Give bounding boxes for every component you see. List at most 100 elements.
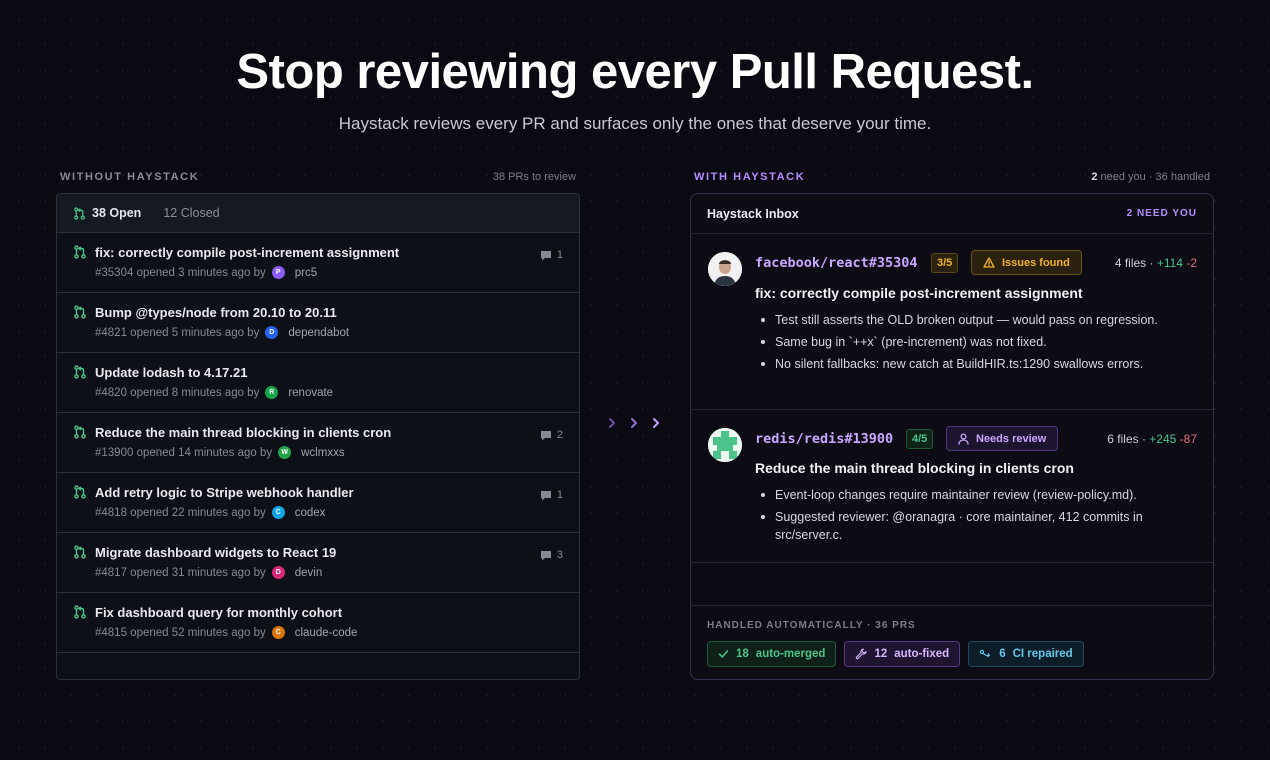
person-icon bbox=[958, 432, 969, 445]
comment-count: 2 bbox=[540, 429, 563, 441]
pr-meta: #4815 opened 52 minutes ago by C claude-… bbox=[95, 626, 563, 639]
card-title[interactable]: fix: correctly compile post-increment as… bbox=[755, 285, 1083, 301]
pr-list-header: 38 Open 12 Closed bbox=[57, 194, 579, 233]
author-avatar: P bbox=[271, 266, 285, 279]
author-avatar: W bbox=[278, 446, 292, 459]
status-label: Needs review bbox=[976, 432, 1047, 445]
pr-meta-text: #13900 opened 14 minutes ago by bbox=[95, 446, 273, 459]
auto-fixed-chip[interactable]: 12 auto-fixed bbox=[844, 641, 961, 667]
without-label: WITHOUT HAYSTACK bbox=[60, 171, 200, 183]
diff-stats: 6 files · +245 -87 bbox=[1107, 432, 1197, 446]
pr-author[interactable]: claude-code bbox=[295, 627, 358, 639]
ci-repaired-chip[interactable]: 6 CI repaired bbox=[968, 641, 1084, 667]
pr-meta-text: #4815 opened 52 minutes ago by bbox=[95, 626, 266, 639]
chip-count: 18 bbox=[736, 648, 749, 660]
finding-item: Event-loop changes require maintainer re… bbox=[755, 486, 1197, 504]
auto-merged-chip[interactable]: 18 auto-merged bbox=[707, 641, 837, 667]
pr-list-item[interactable]: Bump @types/node from 20.10 to 20.11 #48… bbox=[57, 293, 579, 353]
haystack-inbox-panel: Haystack Inbox 2 NEED YOU facebook/react… bbox=[690, 193, 1214, 680]
pr-meta-text: #4817 opened 31 minutes ago by bbox=[95, 566, 266, 579]
comment-count: 1 bbox=[540, 489, 563, 501]
author-avatar: C bbox=[271, 506, 285, 519]
files-count: 6 files · bbox=[1107, 432, 1150, 446]
pull-request-icon bbox=[74, 605, 86, 619]
finding-item: Same bug in `++x` (pre-increment) was no… bbox=[755, 333, 1197, 351]
review-findings: Test still asserts the OLD broken output… bbox=[755, 311, 1197, 377]
pr-author[interactable]: wclmxxs bbox=[301, 447, 344, 459]
author-avatar: D bbox=[271, 566, 285, 579]
pull-request-icon bbox=[74, 365, 86, 379]
pr-meta: #4817 opened 31 minutes ago by D devin bbox=[95, 566, 563, 579]
pr-list-item[interactable]: Add retry logic to Stripe webhook handle… bbox=[57, 473, 579, 533]
pull-request-icon bbox=[74, 206, 85, 220]
with-meta-text: need you · 36 handled bbox=[1097, 171, 1211, 183]
status-label: Issues found bbox=[1002, 256, 1070, 269]
avatar bbox=[708, 428, 742, 462]
chip-label: auto-fixed bbox=[894, 648, 950, 660]
pr-title[interactable]: Migrate dashboard widgets to React 19 bbox=[95, 545, 563, 560]
comment-icon bbox=[540, 250, 551, 260]
pr-title[interactable]: Add retry logic to Stripe webhook handle… bbox=[95, 485, 563, 500]
pr-meta: #4820 opened 8 minutes ago by R renovate bbox=[95, 386, 563, 399]
comment-count: 3 bbox=[540, 549, 563, 561]
hero-subtitle: Haystack reviews every PR and surfaces o… bbox=[338, 114, 932, 133]
closed-tab[interactable]: 12 Closed bbox=[163, 206, 219, 220]
diff-stats: 4 files · +114 -2 bbox=[1115, 256, 1197, 270]
pr-list-item[interactable]: Reduce the main thread blocking in clien… bbox=[57, 413, 579, 473]
pr-author[interactable]: devin bbox=[295, 567, 323, 579]
pr-list-item[interactable]: fix: correctly compile post-increment as… bbox=[57, 233, 579, 293]
pr-title[interactable]: Bump @types/node from 20.10 to 20.11 bbox=[95, 305, 563, 320]
chevron-right-icon bbox=[653, 418, 659, 428]
comment-count-value: 2 bbox=[556, 429, 563, 441]
chip-count: 6 bbox=[999, 648, 1006, 660]
inbox-card[interactable]: redis/redis#13900 4/5 Needs review 6 fil… bbox=[691, 410, 1213, 563]
pr-list-item[interactable]: Update lodash to 4.17.21 #4820 opened 8 … bbox=[57, 353, 579, 413]
pr-author[interactable]: dependabot bbox=[288, 327, 349, 339]
pull-request-icon bbox=[74, 425, 86, 439]
handled-chips: 18 auto-merged 12 auto-fixed 6 CI repair… bbox=[707, 641, 1197, 667]
pr-title[interactable]: Fix dashboard query for monthly cohort bbox=[95, 605, 563, 620]
pr-list-panel: 38 Open 12 Closed fix: correctly compile… bbox=[56, 193, 580, 680]
repo-link[interactable]: facebook/react#35304 bbox=[755, 255, 918, 271]
need-you-badge: 2 NEED YOU bbox=[1126, 208, 1197, 219]
pr-meta-text: #4820 opened 8 minutes ago by bbox=[95, 386, 260, 399]
open-tab-label: 38 Open bbox=[92, 206, 142, 220]
pr-meta: #35304 opened 3 minutes ago by P prc5 bbox=[95, 266, 563, 279]
warning-icon bbox=[983, 257, 995, 268]
status-pill-review: Needs review bbox=[946, 426, 1059, 451]
handled-automatically: HANDLED AUTOMATICALLY · 36 PRS 18 auto-m… bbox=[691, 605, 1213, 667]
pr-title[interactable]: Update lodash to 4.17.21 bbox=[95, 365, 563, 380]
chevron-right-icon bbox=[631, 418, 637, 428]
score-badge: 4/5 bbox=[906, 429, 934, 449]
pr-meta-text: #35304 opened 3 minutes ago by bbox=[95, 266, 266, 279]
pull-request-icon bbox=[74, 485, 86, 499]
pr-list-item[interactable]: Fix dashboard query for monthly cohort #… bbox=[57, 593, 579, 653]
comment-icon bbox=[540, 550, 551, 560]
author-avatar: C bbox=[271, 626, 285, 639]
pr-author[interactable]: renovate bbox=[288, 387, 333, 399]
comment-icon bbox=[540, 430, 551, 440]
author-avatar: R bbox=[265, 386, 279, 399]
pr-list-item[interactable]: Migrate dashboard widgets to React 19 #4… bbox=[57, 533, 579, 593]
finding-item: No silent fallbacks: new catch at BuildH… bbox=[755, 355, 1197, 373]
pr-author[interactable]: prc5 bbox=[295, 267, 317, 279]
ci-icon bbox=[980, 649, 991, 658]
hero-title: Stop reviewing every Pull Request. bbox=[236, 45, 1034, 99]
status-pill-issues: Issues found bbox=[971, 250, 1082, 275]
repo-link[interactable]: redis/redis#13900 bbox=[755, 431, 893, 447]
open-tab[interactable]: 38 Open bbox=[73, 206, 141, 220]
files-count: 4 files · bbox=[1114, 256, 1157, 270]
comment-count: 1 bbox=[540, 249, 563, 261]
comment-icon bbox=[540, 490, 551, 500]
handled-label: HANDLED AUTOMATICALLY · 36 PRS bbox=[707, 620, 916, 631]
inbox-card[interactable]: facebook/react#35304 3/5 Issues found 4 … bbox=[691, 234, 1213, 410]
pull-request-icon bbox=[74, 245, 86, 259]
pr-author[interactable]: codex bbox=[295, 507, 326, 519]
pr-title[interactable]: Reduce the main thread blocking in clien… bbox=[95, 425, 563, 440]
author-avatar: D bbox=[265, 326, 279, 339]
pr-meta-text: #4818 opened 22 minutes ago by bbox=[95, 506, 266, 519]
card-title[interactable]: Reduce the main thread blocking in clien… bbox=[755, 460, 1074, 476]
pr-title[interactable]: fix: correctly compile post-increment as… bbox=[95, 245, 563, 260]
comment-count-value: 1 bbox=[556, 249, 563, 261]
finding-item: Test still asserts the OLD broken output… bbox=[755, 311, 1197, 329]
